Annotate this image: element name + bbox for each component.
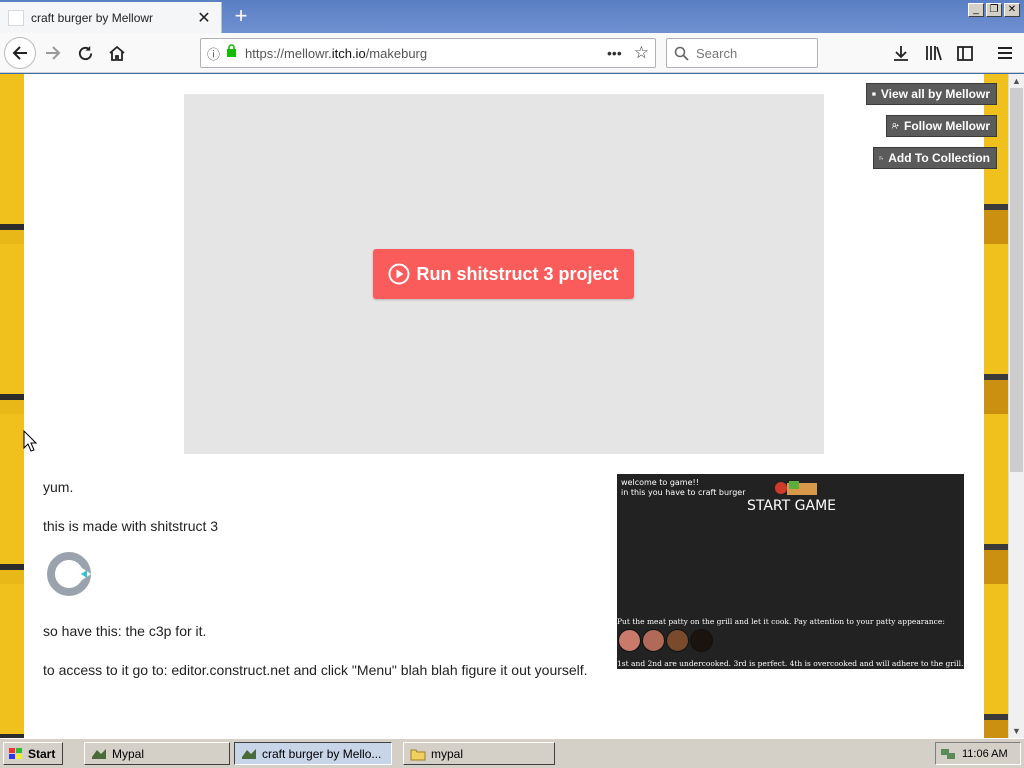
scroll-down-icon[interactable]: ▼ xyxy=(1009,724,1024,738)
screenshot-start-game: START GAME xyxy=(747,498,836,514)
description-line: this is made with shitstruct 3 xyxy=(43,518,219,534)
downloads-icon[interactable] xyxy=(886,38,916,68)
folder-icon xyxy=(410,749,426,760)
scroll-thumb[interactable] xyxy=(1010,88,1023,472)
page-favicon-icon xyxy=(8,9,24,26)
vertical-scrollbar[interactable]: ▲ ▼ xyxy=(1008,74,1024,738)
address-bar[interactable]: ⓘ https://mellowr.itch.io/makeburg ••• ☆ xyxy=(200,38,656,68)
background-art-left xyxy=(0,74,24,738)
page-actions-icon[interactable]: ••• xyxy=(607,45,622,61)
description-line: to access to it go to: editor.construct.… xyxy=(43,662,588,678)
menu-icon[interactable] xyxy=(990,38,1020,68)
game-screenshot[interactable]: welcome to game!! in this you have to cr… xyxy=(617,474,964,669)
windows-logo-icon xyxy=(9,747,22,759)
navigation-bar: ⓘ https://mellowr.itch.io/makeburg ••• ☆… xyxy=(0,33,1024,73)
game-embed-frame: Run shitstruct 3 project xyxy=(184,94,824,454)
game-page: Run shitstruct 3 project View all by Mel… xyxy=(24,74,997,738)
patty-undercooked-icon xyxy=(642,629,665,652)
taskbar: Start Mypal craft burger by Mello... myp… xyxy=(0,738,1024,768)
taskbar-item-craft-burger[interactable]: craft burger by Mello... xyxy=(234,742,392,765)
start-button[interactable]: Start xyxy=(3,742,63,765)
sidebar-icon[interactable] xyxy=(950,38,980,68)
restore-icon[interactable]: ❐ xyxy=(986,3,1002,17)
run-game-button[interactable]: Run shitstruct 3 project xyxy=(373,249,634,299)
new-tab-icon[interactable]: + xyxy=(228,4,254,30)
info-icon[interactable]: ⓘ xyxy=(207,44,220,63)
close-window-icon[interactable]: ✕ xyxy=(1004,3,1020,17)
page-viewport: Run shitstruct 3 project View all by Mel… xyxy=(0,74,1008,738)
screenshot-instruction: Put the meat patty on the grill and let … xyxy=(617,617,945,626)
mouse-cursor-icon xyxy=(23,429,38,457)
minimize-icon[interactable]: _ xyxy=(968,3,984,17)
add-to-collection-button[interactable]: Add To Collection xyxy=(873,147,997,169)
view-all-button[interactable]: View all by Mellowr xyxy=(866,83,997,105)
tab-strip: craft burger by Mellowr ✕ + _ ❐ ✕ xyxy=(0,0,1024,33)
add-user-icon xyxy=(892,123,899,129)
description-line: yum. xyxy=(43,479,74,495)
tab-title: craft burger by Mellowr xyxy=(31,10,154,25)
game-description: yum. this is made with shitstruct 3 so h… xyxy=(43,478,603,700)
screenshot-footer: 1st and 2nd are undercooked. 3rd is perf… xyxy=(617,659,964,668)
patty-perfect-icon xyxy=(666,629,689,652)
description-line: so have this: the c3p for it. xyxy=(43,623,207,639)
search-placeholder: Search xyxy=(696,45,738,61)
taskbar-item-mypal-folder[interactable]: mypal xyxy=(403,742,555,765)
search-icon xyxy=(674,46,689,61)
browser-tab[interactable]: craft burger by Mellowr ✕ xyxy=(0,2,222,33)
network-icon[interactable] xyxy=(940,747,956,761)
background-art-right xyxy=(984,74,1008,738)
close-tab-icon[interactable]: ✕ xyxy=(195,8,213,28)
window-controls: _ ❐ ✕ xyxy=(968,3,1020,17)
scroll-up-icon[interactable]: ▲ xyxy=(1009,74,1024,88)
system-tray: 11:06 AM xyxy=(935,742,1021,765)
patty-overcooked-icon xyxy=(690,629,713,652)
url-text: https://mellowr.itch.io/makeburg xyxy=(245,45,428,61)
reload-icon[interactable] xyxy=(70,38,100,68)
mypal-app-icon xyxy=(92,748,106,759)
home-icon[interactable] xyxy=(102,38,132,68)
back-arrow-icon[interactable] xyxy=(4,37,36,69)
patty-raw-icon xyxy=(618,629,641,652)
construct-logo xyxy=(45,550,93,598)
screenshot-welcome-text: welcome to game!! in this you have to cr… xyxy=(621,478,746,497)
search-input[interactable]: Search xyxy=(666,38,818,68)
follow-button[interactable]: Follow Mellowr xyxy=(886,115,997,137)
store-icon xyxy=(872,92,876,96)
play-icon xyxy=(388,263,410,285)
add-list-icon xyxy=(879,156,884,160)
lock-icon xyxy=(226,44,237,62)
run-button-label: Run shitstruct 3 project xyxy=(416,263,619,284)
bookmark-star-icon[interactable]: ☆ xyxy=(634,43,649,63)
library-icon[interactable] xyxy=(918,38,948,68)
mypal-app-icon xyxy=(242,748,256,759)
clock: 11:06 AM xyxy=(962,747,1008,760)
taskbar-item-mypal-app[interactable]: Mypal xyxy=(84,742,230,765)
forward-arrow-icon[interactable] xyxy=(38,38,68,68)
